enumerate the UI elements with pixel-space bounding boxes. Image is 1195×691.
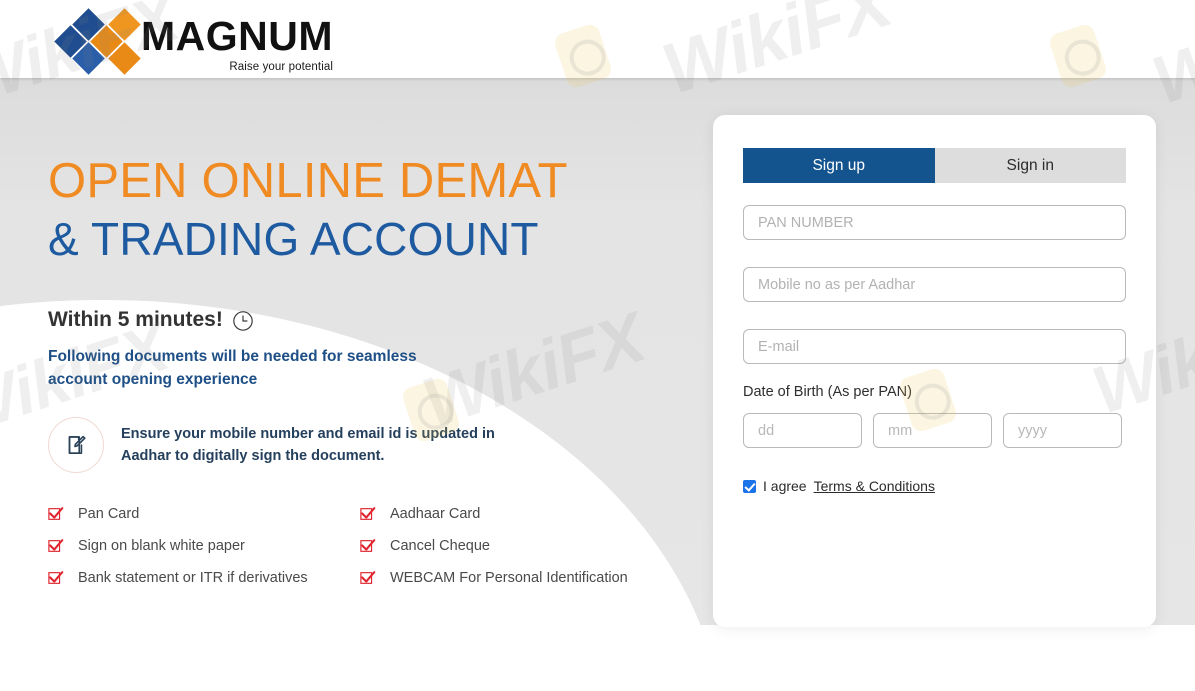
dob-day-input[interactable] [743,413,862,448]
list-item-label: Bank statement or ITR if derivatives [78,570,308,587]
tab-sign-in[interactable]: Sign in [934,148,1126,183]
aadhar-notice-text: Ensure your mobile number and email id i… [121,426,495,465]
brand-logo[interactable]: MAGNUM Raise your potential [54,8,334,75]
list-item: Sign on blank white paper [48,538,360,554]
date-of-birth-label: Date of Birth (As per PAN) [743,384,912,400]
terms-checkbox[interactable] [743,479,756,493]
list-item-label: WEBCAM For Personal Identification [390,570,628,587]
red-check-icon [360,507,376,521]
terms-agreement-row: I agree Terms & Conditions [743,478,935,494]
dob-year-input[interactable] [1003,413,1122,448]
page-root: MAGNUM Raise your potential OPEN ONLINE … [0,0,1195,691]
within-minutes-row: Within 5 minutes! [48,308,708,332]
list-item: Bank statement or ITR if derivatives [48,570,360,586]
red-check-icon [360,539,376,553]
terms-and-conditions-link[interactable]: Terms & Conditions [814,478,935,494]
background-bottom-strip [0,625,1195,691]
aadhar-notice: Ensure your mobile number and email id i… [48,417,708,474]
dob-month-input[interactable] [873,413,992,448]
edit-document-icon [48,417,104,474]
brand-tagline: Raise your potential [229,61,334,73]
red-check-icon [48,571,64,585]
documents-checklist: Pan Card Aadhaar Card Sign on blank whit… [48,506,708,586]
within-minutes-label: Within 5 minutes! [48,308,223,332]
hero-content: OPEN ONLINE DEMAT & TRADING ACCOUNT With… [48,155,708,586]
red-check-icon [48,539,64,553]
list-item: Cancel Cheque [360,538,708,554]
tab-sign-up[interactable]: Sign up [743,148,935,183]
list-item-label: Pan Card [78,506,140,523]
page-title-line1: OPEN ONLINE DEMAT [48,154,568,208]
terms-agree-label: I agree [763,478,807,494]
documents-subcopy: Following documents will be needed for s… [48,348,417,389]
date-of-birth-row [743,413,1126,448]
email-input[interactable] [743,329,1126,364]
magnum-diamond-logo-icon [54,8,141,75]
signup-form-card: Sign up Sign in [713,115,1156,627]
list-item-label: Cancel Cheque [390,538,490,555]
list-item-label: Aadhaar Card [390,506,481,523]
red-check-icon [360,571,376,585]
list-item: Pan Card [48,506,360,522]
pan-number-input[interactable] [743,205,1126,240]
auth-tabs: Sign up Sign in [743,148,1126,183]
mobile-number-input[interactable] [743,267,1126,302]
brand-name: MAGNUM [141,13,334,59]
list-item: WEBCAM For Personal Identification [360,570,708,586]
red-check-icon [48,507,64,521]
page-title-line2: & TRADING ACCOUNT [48,212,539,265]
list-item-label: Sign on blank white paper [78,538,245,555]
brand-logo-text: MAGNUM Raise your potential [141,13,334,74]
clock-icon [233,311,253,332]
site-header: MAGNUM Raise your potential [0,0,1195,78]
list-item: Aadhaar Card [360,506,708,522]
